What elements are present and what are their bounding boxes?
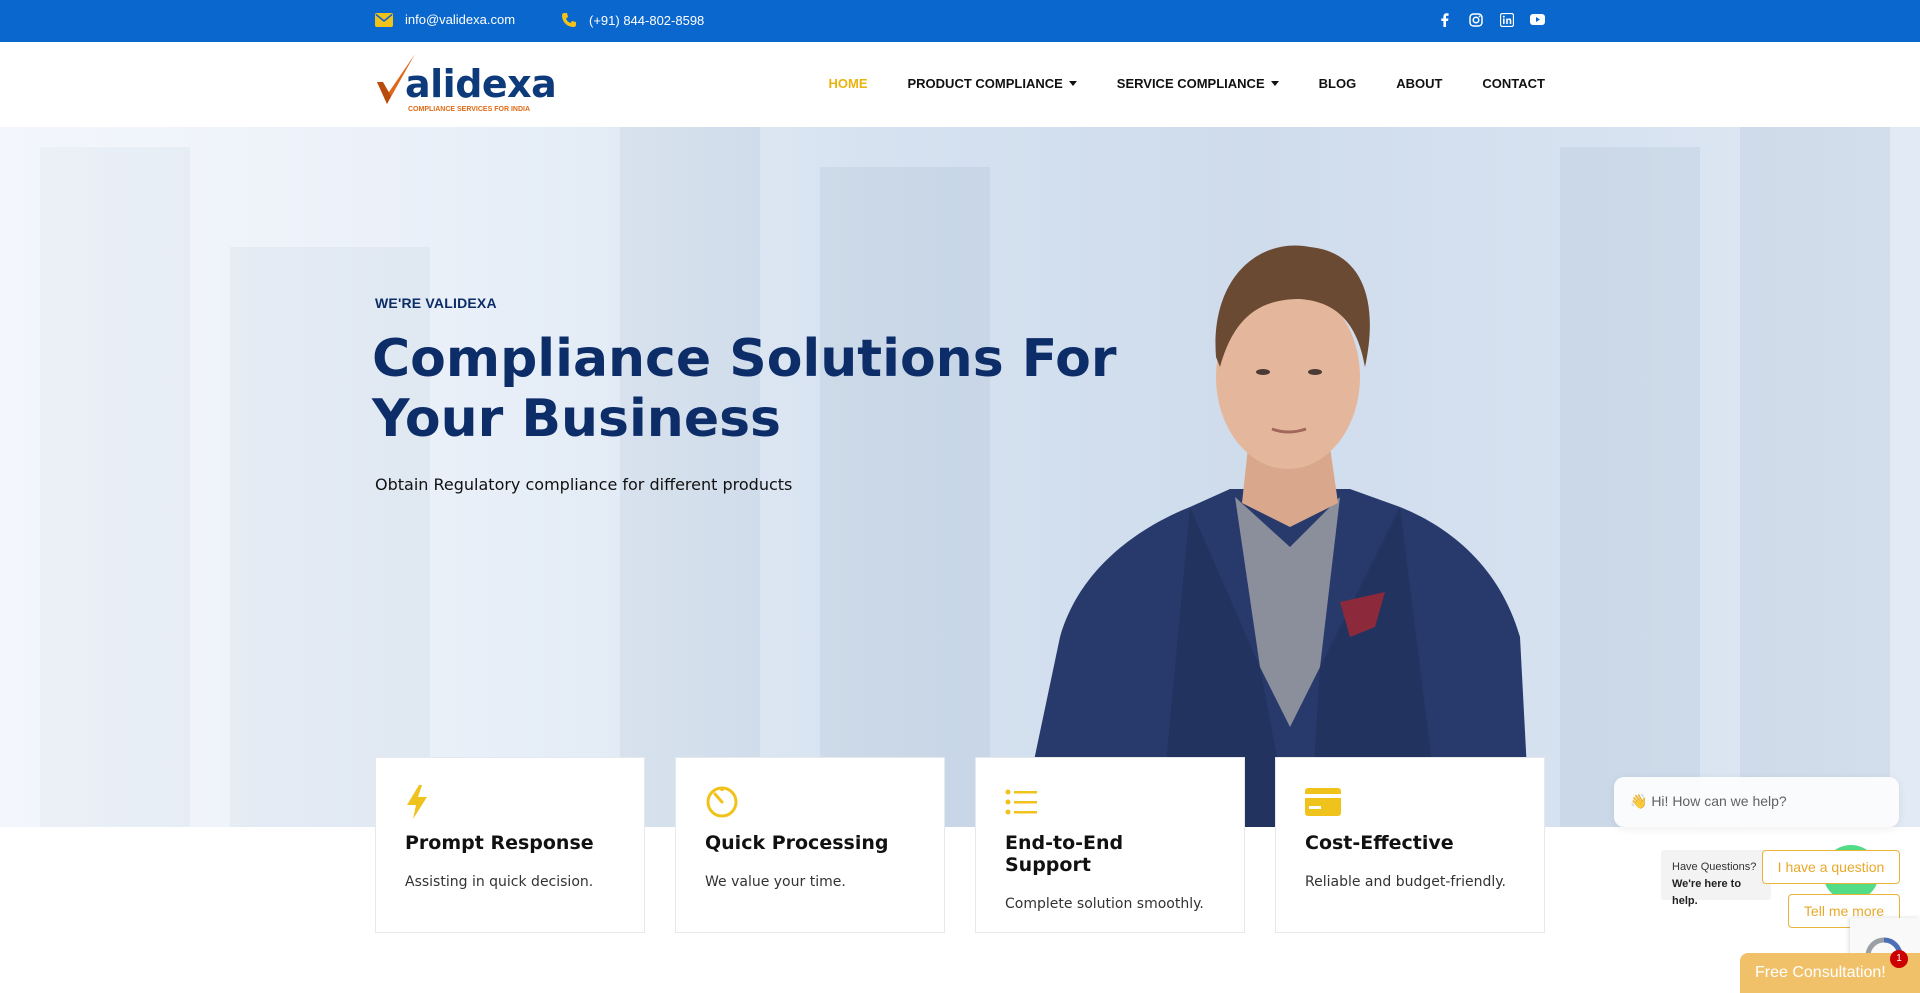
logo-wordmark: alidexa <box>405 62 557 106</box>
feature-cards: Prompt Response Assisting in quick decis… <box>375 757 1545 933</box>
nav-service-compliance[interactable]: SERVICE COMPLIANCE <box>1117 76 1279 91</box>
phone-contact[interactable]: (+91) 844-802-8598 <box>561 12 704 28</box>
hero-eyebrow: WE'RE VALIDEXA <box>375 295 497 311</box>
caret-down-icon <box>1270 81 1279 86</box>
lightning-bolt-icon <box>405 784 615 820</box>
feature-card: Cost-Effective Reliable and budget-frien… <box>1275 757 1545 933</box>
feature-description: We value your time. <box>705 874 846 890</box>
hero-headline: Compliance Solutions For Your Business <box>372 329 1117 449</box>
main-navigation: HOME PRODUCT COMPLIANCE SERVICE COMPLIAN… <box>829 76 1546 91</box>
site-header: alidexa COMPLIANCE SERVICES FOR INDIA HO… <box>0 42 1920 127</box>
background-building <box>1740 127 1890 827</box>
nav-product-compliance-label: PRODUCT COMPLIANCE <box>907 76 1063 91</box>
nav-about[interactable]: ABOUT <box>1396 76 1442 91</box>
feature-title: Quick Processing <box>705 832 889 854</box>
nav-product-compliance[interactable]: PRODUCT COMPLIANCE <box>908 76 1077 91</box>
feature-card: End-to-End Support Complete solution smo… <box>975 757 1245 933</box>
feature-title: Prompt Response <box>405 832 594 854</box>
chat-greeting-bubble[interactable]: 👋 Hi! How can we help? <box>1614 777 1899 827</box>
here-to-help-text: We're here to help. <box>1672 878 1742 907</box>
feature-title: End-to-End Support <box>1005 832 1124 876</box>
hero-section: WE'RE VALIDEXA Compliance Solutions For … <box>0 127 1920 827</box>
feature-card: Quick Processing We value your time. <box>675 757 945 933</box>
chat-option-question-button[interactable]: I have a question <box>1762 850 1900 884</box>
feature-description: Assisting in quick decision. <box>405 874 594 890</box>
credit-card-icon <box>1305 784 1515 820</box>
email-contact[interactable]: info@validexa.com <box>375 12 515 27</box>
nav-blog[interactable]: BLOG <box>1319 76 1357 91</box>
nav-home-label: HOME <box>828 76 868 91</box>
nav-home[interactable]: HOME <box>829 76 868 91</box>
feature-title: Cost-Effective <box>1305 832 1454 854</box>
social-links <box>1437 12 1545 27</box>
notification-badge: 1 <box>1890 950 1908 968</box>
youtube-icon[interactable] <box>1530 12 1545 27</box>
feature-card: Prompt Response Assisting in quick decis… <box>375 757 645 933</box>
instagram-icon[interactable] <box>1468 12 1483 27</box>
envelope-icon <box>375 12 393 27</box>
stopwatch-icon <box>705 784 915 820</box>
validexa-logo[interactable]: alidexa COMPLIANCE SERVICES FOR INDIA <box>375 52 557 118</box>
nav-contact[interactable]: CONTACT <box>1482 76 1545 91</box>
feature-description: Reliable and budget-friendly. <box>1305 874 1506 890</box>
nav-service-compliance-label: SERVICE COMPLIANCE <box>1116 76 1265 91</box>
feature-description: Complete solution smoothly. <box>1005 896 1204 912</box>
email-link[interactable]: info@validexa.com <box>405 12 515 27</box>
phone-link[interactable]: (+91) 844-802-8598 <box>589 13 704 28</box>
nav-blog-label: BLOG <box>1318 76 1357 91</box>
nav-about-label: ABOUT <box>1396 76 1443 91</box>
list-icon <box>1005 784 1215 820</box>
hero-subline: Obtain Regulatory compliance for differe… <box>375 475 793 494</box>
background-building <box>1560 147 1700 827</box>
nav-contact-label: CONTACT <box>1482 76 1545 91</box>
linkedin-icon[interactable] <box>1499 12 1514 27</box>
phone-icon <box>561 12 577 28</box>
logo-tagline: COMPLIANCE SERVICES FOR INDIA <box>408 106 530 113</box>
caret-down-icon <box>1068 81 1077 86</box>
top-contact-bar: info@validexa.com (+91) 844-802-8598 <box>0 0 1920 42</box>
have-questions-tooltip: Have Questions? We're here to help. <box>1661 850 1771 907</box>
businessman-photo <box>1020 245 1530 827</box>
have-questions-text: Have Questions? <box>1672 861 1757 873</box>
facebook-icon[interactable] <box>1437 12 1452 27</box>
